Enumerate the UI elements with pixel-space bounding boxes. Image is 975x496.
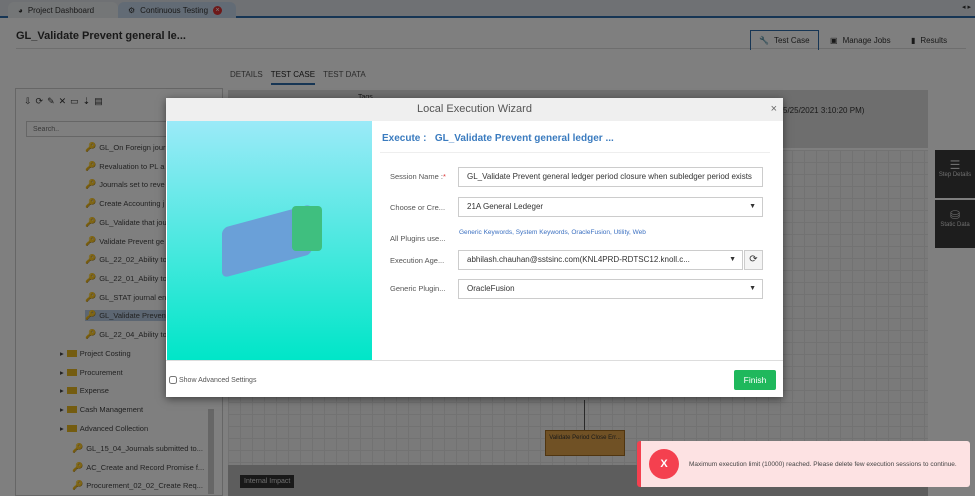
refresh-icon[interactable]: ⟳ <box>744 250 763 270</box>
session-name-input[interactable]: GL_Validate Prevent general ledger perio… <box>458 167 763 187</box>
finish-button[interactable]: Finish <box>734 370 776 390</box>
robot-arm-illustration <box>292 206 322 251</box>
checkbox[interactable] <box>169 376 177 384</box>
generic-plugin-label: Generic Plugin... <box>390 284 446 293</box>
plugins-list: Generic Keywords, System Keywords, Oracl… <box>459 229 646 236</box>
wizard-illustration <box>167 121 372 360</box>
close-icon[interactable]: × <box>771 103 777 115</box>
generic-plugin-select[interactable]: OracleFusion ▼ <box>458 279 763 299</box>
divider <box>380 152 770 153</box>
divider <box>166 360 783 361</box>
chevron-down-icon: ▼ <box>749 285 756 292</box>
chevron-down-icon: ▼ <box>729 256 736 263</box>
choose-or-create-label: Choose or Cre... <box>390 203 446 212</box>
choose-or-create-select[interactable]: 21A General Ledeger ▼ <box>458 197 763 217</box>
modal-header: Local Execution Wizard <box>166 98 783 121</box>
show-advanced-settings-checkbox[interactable]: Show Advanced Settings <box>169 376 256 384</box>
execution-agent-select[interactable]: abhilash.chauhan@sstsinc.com(KNL4PRD-RDT… <box>458 250 743 270</box>
local-execution-wizard: Local Execution Wizard × Execute : GL_Va… <box>166 98 783 397</box>
chevron-down-icon: ▼ <box>749 203 756 210</box>
execution-agent-label: Execution Age... <box>390 256 445 265</box>
toast-message: Maximum execution limit (10000) reached.… <box>689 460 957 468</box>
execute-heading: Execute : GL_Validate Prevent general le… <box>382 133 614 144</box>
modal-title: Local Execution Wizard <box>417 103 532 115</box>
session-name-label: Session Name :* <box>390 172 446 181</box>
all-plugins-label: All Plugins use... <box>390 234 446 243</box>
error-icon[interactable]: X <box>649 449 679 479</box>
error-toast: X Maximum execution limit (10000) reache… <box>637 441 970 487</box>
